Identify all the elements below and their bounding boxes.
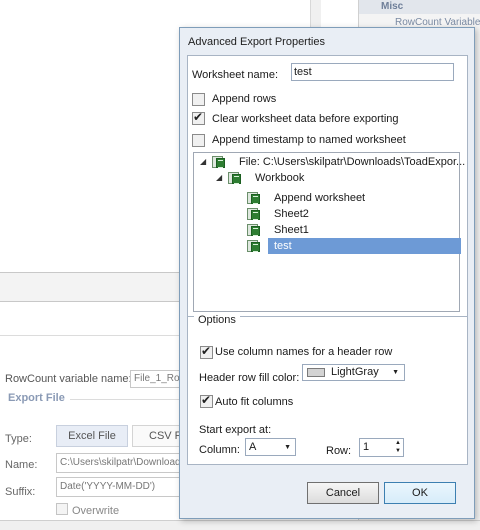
- misc-category-header[interactable]: Misc: [359, 0, 480, 14]
- append-timestamp-label: Append timestamp to named worksheet: [212, 134, 406, 146]
- tree-sheet-label: test: [274, 240, 292, 252]
- tree-node-sheet[interactable]: Append worksheet: [194, 190, 459, 206]
- type-excel-button[interactable]: Excel File: [56, 425, 128, 447]
- dialog-title: Advanced Export Properties: [188, 36, 325, 48]
- excel-sheet-icon: [247, 239, 261, 253]
- excel-workbook-icon: [228, 171, 242, 185]
- export-file-divider: [70, 399, 180, 400]
- collapse-arrow-icon[interactable]: ◢: [216, 170, 222, 186]
- append-rows-checkbox[interactable]: [192, 93, 205, 106]
- append-timestamp-checkbox[interactable]: [192, 134, 205, 147]
- type-csv-button[interactable]: CSV File: [132, 425, 180, 447]
- export-file-legend: Export File: [8, 392, 65, 404]
- clear-worksheet-checkbox[interactable]: [192, 110, 205, 125]
- header-fill-color-label: Header row fill color:: [199, 372, 300, 384]
- column-value: A: [249, 441, 257, 453]
- ok-button[interactable]: OK: [384, 482, 456, 504]
- rowcount-variable-input[interactable]: File_1_RowCount: [130, 370, 180, 388]
- overwrite-checkbox[interactable]: [56, 503, 68, 515]
- auto-fit-columns-checkbox[interactable]: [200, 393, 213, 408]
- type-label: Type:: [5, 433, 32, 445]
- row-stepper[interactable]: 1 ▲ ▼: [359, 438, 404, 457]
- worksheet-name-input[interactable]: test: [291, 63, 454, 81]
- excel-sheet-icon: [247, 223, 261, 237]
- row-label: Row:: [326, 445, 352, 457]
- overwrite-label: Overwrite: [72, 505, 120, 517]
- append-rows-label: Append rows: [212, 93, 277, 105]
- auto-fit-columns-label: Auto fit columns: [215, 396, 294, 408]
- tree-sheet-label: Sheet1: [274, 224, 309, 236]
- tree-file-label: File: C:\Users\skilpatr\Downloads\ToadEx…: [239, 156, 466, 168]
- header-fill-color-value: LightGray: [331, 366, 379, 378]
- excel-sheet-icon: [247, 191, 261, 205]
- column-dropdown[interactable]: A ▼: [245, 438, 296, 456]
- excel-sheet-icon: [247, 207, 261, 221]
- worksheet-name-label: Worksheet name:: [192, 69, 279, 81]
- tree-node-sheet[interactable]: Sheet2: [194, 206, 459, 222]
- clear-worksheet-label: Clear worksheet data before exporting: [212, 113, 399, 125]
- color-swatch: [307, 368, 325, 377]
- file-name-input[interactable]: C:\Users\skilpatr\Downloads\ToadExport: [56, 453, 180, 473]
- background-panel-strip: [0, 272, 180, 302]
- tree-node-file[interactable]: ◢ File: C:\Users\skilpatr\Downloads\Toad…: [194, 154, 465, 170]
- use-column-names-checkbox[interactable]: [200, 344, 213, 359]
- excel-file-icon: [212, 155, 226, 169]
- spin-up-icon[interactable]: ▲: [395, 439, 401, 447]
- worksheet-tree[interactable]: ◢ File: C:\Users\skilpatr\Downloads\Toad…: [193, 152, 465, 312]
- header-fill-color-dropdown[interactable]: LightGray ▼: [302, 364, 405, 381]
- advanced-export-dialog: Advanced Export Properties Worksheet nam…: [179, 27, 475, 519]
- dropdown-arrow-icon[interactable]: ▼: [392, 369, 399, 376]
- cancel-button[interactable]: Cancel: [307, 482, 379, 504]
- tree-workbook-label: Workbook: [255, 172, 305, 184]
- tree-sheet-label: Append worksheet: [274, 192, 366, 204]
- spin-down-icon[interactable]: ▼: [395, 447, 401, 455]
- tree-node-sheet-selected[interactable]: test: [194, 238, 459, 254]
- tree-node-workbook[interactable]: ◢ Workbook: [194, 170, 459, 186]
- dropdown-arrow-icon[interactable]: ▼: [284, 444, 291, 451]
- tree-node-sheet[interactable]: Sheet1: [194, 222, 459, 238]
- options-legend: Options: [194, 314, 240, 326]
- background-divider: [0, 335, 180, 336]
- start-export-label: Start export at:: [199, 424, 272, 436]
- column-label: Column:: [199, 444, 240, 456]
- name-label: Name:: [5, 459, 38, 471]
- collapse-arrow-icon[interactable]: ◢: [200, 154, 206, 170]
- suffix-label: Suffix:: [5, 486, 36, 498]
- use-column-names-label: Use column names for a header row: [215, 346, 393, 358]
- suffix-input[interactable]: Date('YYYY-MM-DD'): [56, 477, 180, 497]
- rowcount-variable-label: RowCount variable name:: [5, 373, 132, 385]
- background-scrollbar[interactable]: [310, 0, 321, 28]
- options-group: [187, 316, 468, 465]
- tree-sheet-label: Sheet2: [274, 208, 309, 220]
- row-value: 1: [363, 441, 370, 453]
